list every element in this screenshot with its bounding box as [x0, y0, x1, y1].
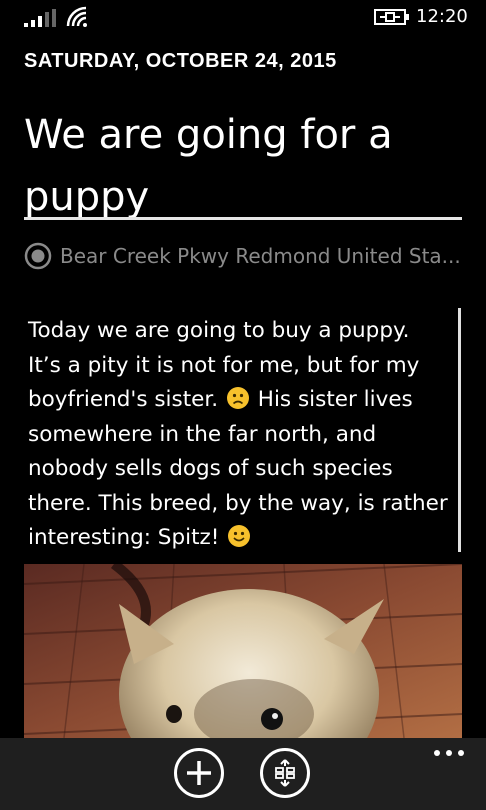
add-button[interactable]: [174, 748, 224, 798]
battery-charging-icon: [374, 9, 409, 25]
scrollbar[interactable]: [458, 308, 461, 552]
clock: 12:20: [416, 6, 468, 27]
wifi-icon: [66, 6, 87, 27]
more-icon[interactable]: [432, 746, 466, 760]
layout-button[interactable]: [260, 748, 310, 798]
location-radio-icon: [24, 242, 52, 270]
smile-face-icon: [228, 525, 251, 547]
app-bar: [0, 738, 486, 810]
add-icon: [187, 761, 211, 785]
sad-face-icon: [226, 387, 249, 409]
signal-bars-icon: [24, 9, 56, 27]
location-row[interactable]: Bear Creek Pkwy Redmond United Sta...: [24, 240, 464, 272]
entry-body[interactable]: Today we are going to buy a puppy. It’s …: [28, 314, 448, 556]
puppy-photo-drawing: [24, 564, 462, 738]
layout-icon: [275, 759, 295, 787]
puppy-photo[interactable]: [24, 564, 462, 738]
entry-date: SATURDAY, OCTOBER 24, 2015: [24, 50, 337, 72]
entry-title-line1: We are going for a: [24, 112, 393, 158]
status-bar: 12:20: [0, 0, 486, 34]
entry-title[interactable]: We are going for a puppy: [24, 104, 462, 228]
location-text: Bear Creek Pkwy Redmond United Sta...: [60, 244, 461, 268]
title-underline: [24, 217, 462, 220]
